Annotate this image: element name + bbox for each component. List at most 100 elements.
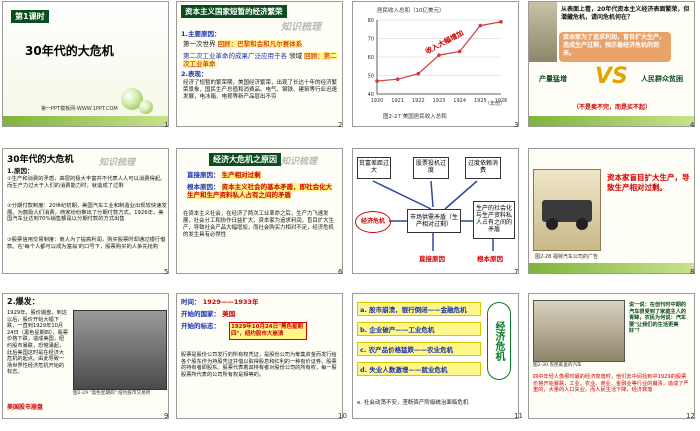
y-axis-label: 居民收入总和（10亿美元） xyxy=(377,8,445,14)
cause-box: 股票投机过度 xyxy=(413,157,449,179)
point-label: 2.爆发： xyxy=(7,297,40,306)
chart-caption: 图2-27 美国居民收入总和 xyxy=(383,114,447,120)
slide-number: 1 xyxy=(164,121,169,129)
slide-number: 11 xyxy=(514,412,523,420)
data-point xyxy=(437,53,441,57)
review-link[interactable]: 回顾：巴黎和会和凡尔赛体系 xyxy=(217,40,303,48)
slide-number: 12 xyxy=(686,412,695,420)
slide-thumbnail-1[interactable]: 第1课时 30年代的大危机 第一PPT模板网-WWW.1PPT.COM xyxy=(2,1,169,127)
slide-sorter-grid: 第1课时 30年代的大危机 第一PPT模板网-WWW.1PPT.COM 1 资本… xyxy=(0,0,700,431)
cause-text: 领域 xyxy=(289,52,303,60)
field-value: 1929——1933年 xyxy=(202,298,259,306)
slide-footer xyxy=(529,116,694,126)
discussion-text: 说一说：在创刊时中期的汽车很受到了家庭主人的青睐，农民为何说：汽车要"让我们的生… xyxy=(629,302,687,335)
crisis-item: d. 失业人数激增——就业危机 xyxy=(357,362,481,376)
photo-caption: 图2-30 农民家里的汽车 xyxy=(533,363,582,368)
lesson-label: 第1课时 xyxy=(11,10,49,23)
point-label: 2.表现： xyxy=(181,70,208,78)
body-text: 四中年轻人像那时最的经济衰落时，他们去中间找到中1929的股票价格开始暴跌，工业… xyxy=(533,374,689,394)
image-caption: 图2-28 福特汽车公司的广告 xyxy=(535,254,598,260)
vs-label: VS xyxy=(595,64,628,89)
wheel-icon xyxy=(576,218,588,230)
slide-number: 3 xyxy=(514,121,519,129)
slide-thumbnail-7[interactable]: 贫富差距过大 股票投机过度 过度依赖消费 市场供需矛盾（生产相对过剩） 生产的社… xyxy=(352,148,519,274)
slide-number: 5 xyxy=(164,268,169,276)
cause-box: 过度依赖消费 xyxy=(465,157,501,179)
x-axis-label: （年份） xyxy=(485,101,506,107)
cause-box: 贫富差距过大 xyxy=(357,157,391,179)
slide-number: 8 xyxy=(690,268,695,276)
slide-title: 30年代的大危机 xyxy=(7,155,74,165)
highlight-text: 美国股市崩盘 xyxy=(7,404,44,411)
field-label: 开始的标志： xyxy=(181,322,220,330)
data-point xyxy=(375,79,379,83)
cause-label: 直接原因： xyxy=(187,171,220,179)
watermark-label: 知识梳理 xyxy=(281,22,321,33)
watermark-label: 知识梳理 xyxy=(281,157,318,167)
slide-footer xyxy=(529,263,694,273)
start-marker-box: 1929年10月24日"黑色星期四"，纽约股市大崩溃 xyxy=(229,322,307,340)
slide-number: 2 xyxy=(338,121,343,129)
data-point xyxy=(457,49,462,54)
photo-strip xyxy=(529,2,557,62)
body-text: 经济了短暂的繁荣期，美国经济繁荣，出现了长达十年的经济繁荣景象，国民生产总值和消… xyxy=(183,80,338,100)
slide-thumbnail-5[interactable]: 30年代的大危机 知识梳理 1.原因： ①生产和消费的矛盾，高层的极大丰富并不代… xyxy=(2,148,169,274)
slide-thumbnail-4[interactable]: 从表面上看，20年代资本主义经济表面繁荣，但潜藏危机，请问危机何在？ 资本家为了… xyxy=(528,1,695,127)
slide-number: 10 xyxy=(338,412,347,420)
crisis-item: b. 企业破产——工业危机 xyxy=(357,322,481,336)
x-tick-label: 1924 xyxy=(453,98,466,104)
y-tick-label: 80 xyxy=(368,18,374,24)
x-tick-label: 1920 xyxy=(371,98,384,104)
slide-title: 30年代的大危机 xyxy=(25,44,114,58)
cause-value: 生产相对过剩 xyxy=(221,171,261,179)
body-text: ③股票信用交易制度：商人为了提高利润，购买股票时却通过银行借款。在'每个人都可以… xyxy=(7,237,166,250)
data-point xyxy=(499,20,503,24)
slide-thumbnail-9[interactable]: 2.爆发： 1929年，股价崩盘，到这以后，股价开始大幅下跌，一直到1929年1… xyxy=(2,293,169,419)
decorative-ball-icon xyxy=(139,100,153,114)
slide-header: 资本主义国家短暂的经济繁荣 xyxy=(181,5,287,18)
field-value: 美国 xyxy=(222,310,236,318)
slide-number: 7 xyxy=(514,268,519,276)
series-line xyxy=(376,21,502,82)
slide-thumbnail-3[interactable]: 居民收入总和（10亿美元） 40 50 60 70 80 1920 1921 1922 1923… xyxy=(352,1,519,127)
y-tick-label: 50 xyxy=(368,74,374,80)
slide-thumbnail-12[interactable]: 图2-30 农民家里的汽车 说一说：在创刊时中期的汽车很受到了家庭主人的青睐，农… xyxy=(528,293,695,419)
root-box: 生产的社会化与生产资料私人占有之间的矛盾 xyxy=(473,201,515,239)
slide-number: 6 xyxy=(338,268,343,276)
summary-text: 资本家盲目扩大生产，导致生产相对过剩。 xyxy=(607,173,690,192)
slide-thumbnail-8[interactable]: 图2-28 福特汽车公司的广告 资本家盲目扩大生产，导致生产相对过剩。 xyxy=(528,148,695,274)
cause-text: 第二次工业革命的成果广泛应用于各 xyxy=(183,52,287,60)
slide-thumbnail-6[interactable]: 经济大危机之原因 知识梳理 直接原因： 生产相对过剩 根本原因： 资本主义社会的… xyxy=(176,148,343,274)
left-label: 产量猛增 xyxy=(539,75,567,83)
crowd-photo xyxy=(73,310,167,390)
body-text: 在资本主义社会，在经济了两次工业革命之后，生产力飞速发展，社会分工和协作日益扩大… xyxy=(183,211,334,238)
wheel-icon xyxy=(546,218,558,230)
slide-number: 4 xyxy=(690,121,695,129)
crisis-item: a. 股市崩溃，银行倒闭——金融危机 xyxy=(357,302,481,316)
data-point xyxy=(478,23,483,28)
right-label: 人民群众贫困 xyxy=(641,75,683,83)
slide-number: 9 xyxy=(164,412,169,420)
x-tick-label: 1921 xyxy=(391,98,404,104)
center-box: 市场供需矛盾（生产相对过剩） xyxy=(407,209,461,233)
x-tick-label: 1922 xyxy=(412,98,425,104)
note-text: （不是卖不完，而是买不起） xyxy=(573,104,652,111)
site-label: 第一PPT模板网-WWW.1PPT.COM xyxy=(41,106,118,112)
point-label: 1.原因： xyxy=(7,167,34,175)
y-tick-label: 60 xyxy=(368,55,374,61)
field-label: 时间： xyxy=(181,298,201,306)
slide-thumbnail-11[interactable]: a. 股市崩溃，银行倒闭——金融危机 b. 企业破产——工业危机 c. 农产品价… xyxy=(352,293,519,419)
body-text: 1929年，股价崩盘，到这以后，股价开始大幅下跌，一直到1929年10月24日（… xyxy=(7,310,69,376)
y-tick-label: 70 xyxy=(368,37,374,43)
root-cause-label: 根本原因 xyxy=(477,255,503,263)
body-text: ①生产和消费的矛盾，高层的极大丰富并不代表人人可以消费得起。而生产力过大于人们的… xyxy=(7,176,166,189)
direct-cause-label: 直接原因 xyxy=(419,255,445,263)
crisis-item: e. 社会动荡不安，垄断资产阶级统治面临危机 xyxy=(357,400,469,406)
answer-box: 资本家为了追求利润，盲目扩大生产，造成生产过剩，预示着经济危机的到来。 xyxy=(559,32,671,62)
field-label: 开始的国家： xyxy=(181,310,220,318)
x-tick-label: 1923 xyxy=(433,98,446,104)
slide-thumbnail-10[interactable]: 时间： 1929——1933年 开始的国家： 美国 开始的标志： 1929年10… xyxy=(176,293,343,419)
slide-thumbnail-2[interactable]: 资本主义国家短暂的经济繁荣 知识梳理 1.主要原因： 第一次世界 回顾：巴黎和会… xyxy=(176,1,343,127)
car-ad-image xyxy=(533,169,601,251)
data-point xyxy=(395,77,400,81)
